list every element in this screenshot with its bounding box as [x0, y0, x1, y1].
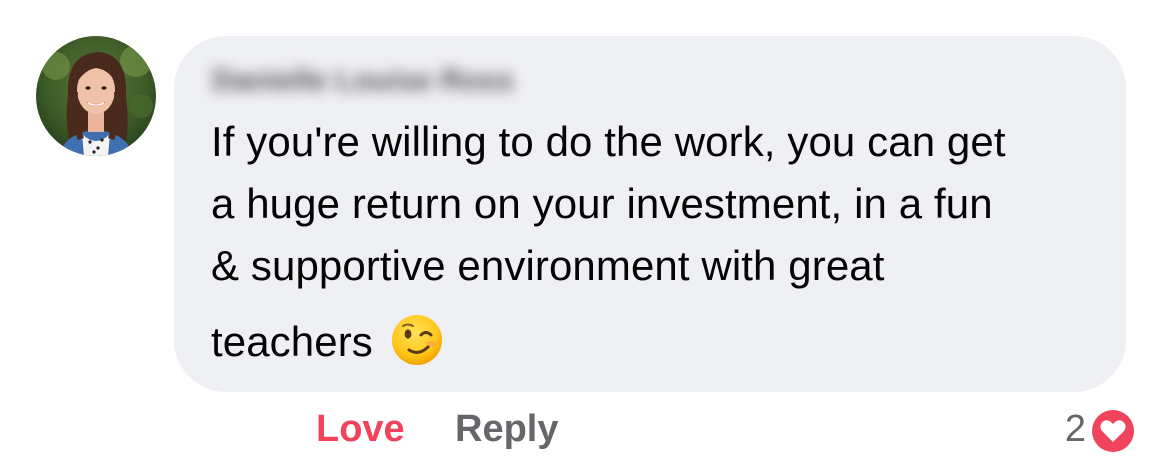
comment-text-line: a huge return on your investment, in a f… — [211, 180, 993, 227]
avatar-image — [36, 36, 156, 156]
winking-face-emoji-icon — [391, 314, 443, 366]
heart-reaction-icon[interactable] — [1088, 406, 1138, 456]
reaction-count[interactable]: 2 — [1065, 408, 1086, 451]
comment-text-line-last: teachers — [211, 314, 443, 368]
comment-text-line: If you're willing to do the work, you ca… — [211, 118, 1006, 165]
love-reaction-button[interactable]: Love — [316, 408, 405, 451]
reply-button[interactable]: Reply — [455, 408, 558, 451]
comment-text-fragment: teachers — [211, 318, 373, 365]
comment-text-line: & supportive environment with great — [211, 242, 885, 289]
author-name[interactable]: Danielle Louise Ross — [212, 64, 514, 98]
comment-bubble: Danielle Louise Ross If you're willing t… — [174, 36, 1126, 392]
avatar[interactable] — [36, 36, 156, 156]
comment-container: Danielle Louise Ross If you're willing t… — [0, 0, 1170, 460]
